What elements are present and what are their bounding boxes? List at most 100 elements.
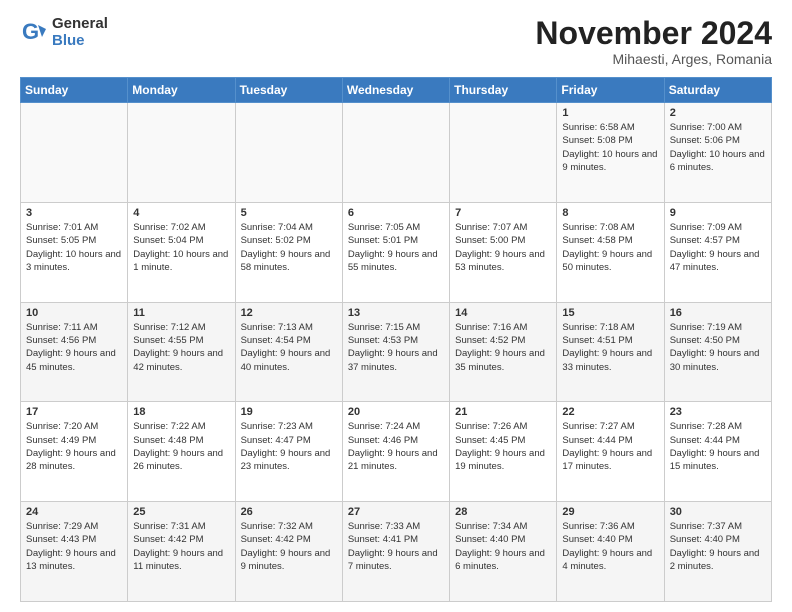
day-number: 24 xyxy=(26,506,122,518)
day-info: Sunrise: 7:23 AMSunset: 4:47 PMDaylight:… xyxy=(241,420,337,473)
day-number: 18 xyxy=(133,406,229,418)
day-info: Sunrise: 7:05 AMSunset: 5:01 PMDaylight:… xyxy=(348,221,444,274)
calendar-day-19: 19 Sunrise: 7:23 AMSunset: 4:47 PMDayligh… xyxy=(235,402,342,502)
calendar-header-sunday: Sunday xyxy=(21,78,128,103)
calendar-header-friday: Friday xyxy=(557,78,664,103)
day-info: Sunrise: 7:08 AMSunset: 4:58 PMDaylight:… xyxy=(562,221,658,274)
day-number: 22 xyxy=(562,406,658,418)
calendar-day-17: 17 Sunrise: 7:20 AMSunset: 4:49 PMDayligh… xyxy=(21,402,128,502)
calendar-day-18: 18 Sunrise: 7:22 AMSunset: 4:48 PMDayligh… xyxy=(128,402,235,502)
calendar-day-20: 20 Sunrise: 7:24 AMSunset: 4:46 PMDayligh… xyxy=(342,402,449,502)
title-block: November 2024 Mihaesti, Arges, Romania xyxy=(535,16,772,67)
calendar-day-25: 25Sunrise: 7:31 AMSunset: 4:42 PMDayligh… xyxy=(128,502,235,602)
day-number: 17 xyxy=(26,406,122,418)
header: G General Blue November 2024 Mihaesti, A… xyxy=(20,16,772,67)
calendar-day-15: 15 Sunrise: 7:18 AMSunset: 4:51 PMDayligh… xyxy=(557,302,664,402)
logo-line2: Blue xyxy=(52,33,108,50)
day-number: 5 xyxy=(241,207,337,219)
day-number: 30 xyxy=(670,506,766,518)
calendar-day-9: 9 Sunrise: 7:09 AMSunset: 4:57 PMDaylight… xyxy=(664,202,771,302)
day-info: Sunrise: 7:37 AMSunset: 4:40 PMDaylight:… xyxy=(670,520,766,573)
calendar-week-row: 17 Sunrise: 7:20 AMSunset: 4:49 PMDayligh… xyxy=(21,402,772,502)
calendar-week-row: 3Sunrise: 7:01 AMSunset: 5:05 PMDaylight… xyxy=(21,202,772,302)
day-number: 3 xyxy=(26,207,122,219)
calendar-day-21: 21Sunrise: 7:26 AMSunset: 4:45 PMDayligh… xyxy=(450,402,557,502)
day-info: Sunrise: 7:18 AMSunset: 4:51 PMDaylight:… xyxy=(562,321,658,374)
day-info: Sunrise: 7:12 AMSunset: 4:55 PMDaylight:… xyxy=(133,321,229,374)
day-number: 14 xyxy=(455,307,551,319)
logo-line1: General xyxy=(52,16,108,33)
day-info: Sunrise: 7:22 AMSunset: 4:48 PMDaylight:… xyxy=(133,420,229,473)
calendar-day-14: 14Sunrise: 7:16 AMSunset: 4:52 PMDayligh… xyxy=(450,302,557,402)
calendar-week-row: 24 Sunrise: 7:29 AMSunset: 4:43 PMDayligh… xyxy=(21,502,772,602)
location-subtitle: Mihaesti, Arges, Romania xyxy=(535,51,772,67)
calendar-day-23: 23Sunrise: 7:28 AMSunset: 4:44 PMDayligh… xyxy=(664,402,771,502)
calendar-day-12: 12Sunrise: 7:13 AMSunset: 4:54 PMDayligh… xyxy=(235,302,342,402)
calendar-day-8: 8 Sunrise: 7:08 AMSunset: 4:58 PMDaylight… xyxy=(557,202,664,302)
day-info: Sunrise: 7:29 AMSunset: 4:43 PMDaylight:… xyxy=(26,520,122,573)
day-info: Sunrise: 7:36 AMSunset: 4:40 PMDaylight:… xyxy=(562,520,658,573)
calendar-table: SundayMondayTuesdayWednesdayThursdayFrid… xyxy=(20,77,772,602)
calendar-header-monday: Monday xyxy=(128,78,235,103)
logo-text: General Blue xyxy=(52,16,108,49)
calendar-day-3: 3Sunrise: 7:01 AMSunset: 5:05 PMDaylight… xyxy=(21,202,128,302)
calendar-empty-cell xyxy=(342,103,449,203)
day-number: 7 xyxy=(455,207,551,219)
logo-icon: G xyxy=(20,19,48,47)
day-info: Sunrise: 7:11 AMSunset: 4:56 PMDaylight:… xyxy=(26,321,122,374)
day-number: 8 xyxy=(562,207,658,219)
calendar-day-16: 16 Sunrise: 7:19 AMSunset: 4:50 PMDayligh… xyxy=(664,302,771,402)
day-number: 29 xyxy=(562,506,658,518)
calendar-empty-cell xyxy=(21,103,128,203)
calendar-header-tuesday: Tuesday xyxy=(235,78,342,103)
calendar-day-4: 4 Sunrise: 7:02 AMSunset: 5:04 PMDaylight… xyxy=(128,202,235,302)
month-title: November 2024 xyxy=(535,16,772,51)
day-number: 13 xyxy=(348,307,444,319)
day-info: Sunrise: 7:02 AMSunset: 5:04 PMDaylight:… xyxy=(133,221,229,274)
calendar-week-row: 10Sunrise: 7:11 AMSunset: 4:56 PMDayligh… xyxy=(21,302,772,402)
calendar-day-29: 29 Sunrise: 7:36 AMSunset: 4:40 PMDayligh… xyxy=(557,502,664,602)
day-number: 20 xyxy=(348,406,444,418)
calendar-day-24: 24 Sunrise: 7:29 AMSunset: 4:43 PMDayligh… xyxy=(21,502,128,602)
day-info: Sunrise: 7:15 AMSunset: 4:53 PMDaylight:… xyxy=(348,321,444,374)
calendar-day-28: 28 Sunrise: 7:34 AMSunset: 4:40 PMDayligh… xyxy=(450,502,557,602)
day-number: 26 xyxy=(241,506,337,518)
logo: G General Blue xyxy=(20,16,108,49)
calendar-day-26: 26 Sunrise: 7:32 AMSunset: 4:42 PMDayligh… xyxy=(235,502,342,602)
calendar-empty-cell xyxy=(450,103,557,203)
calendar-header-thursday: Thursday xyxy=(450,78,557,103)
day-info: Sunrise: 7:09 AMSunset: 4:57 PMDaylight:… xyxy=(670,221,766,274)
calendar-day-13: 13 Sunrise: 7:15 AMSunset: 4:53 PMDayligh… xyxy=(342,302,449,402)
day-info: Sunrise: 7:20 AMSunset: 4:49 PMDaylight:… xyxy=(26,420,122,473)
calendar-day-1: 1Sunrise: 6:58 AMSunset: 5:08 PMDaylight… xyxy=(557,103,664,203)
calendar-day-27: 27Sunrise: 7:33 AMSunset: 4:41 PMDayligh… xyxy=(342,502,449,602)
day-number: 6 xyxy=(348,207,444,219)
day-info: Sunrise: 7:24 AMSunset: 4:46 PMDaylight:… xyxy=(348,420,444,473)
calendar-day-22: 22 Sunrise: 7:27 AMSunset: 4:44 PMDayligh… xyxy=(557,402,664,502)
day-info: Sunrise: 7:00 AMSunset: 5:06 PMDaylight:… xyxy=(670,121,766,174)
day-number: 4 xyxy=(133,207,229,219)
day-info: Sunrise: 7:13 AMSunset: 4:54 PMDaylight:… xyxy=(241,321,337,374)
day-info: Sunrise: 7:32 AMSunset: 4:42 PMDaylight:… xyxy=(241,520,337,573)
day-number: 28 xyxy=(455,506,551,518)
day-number: 25 xyxy=(133,506,229,518)
day-number: 15 xyxy=(562,307,658,319)
day-number: 1 xyxy=(562,107,658,119)
calendar-day-5: 5 Sunrise: 7:04 AMSunset: 5:02 PMDaylight… xyxy=(235,202,342,302)
day-info: Sunrise: 7:27 AMSunset: 4:44 PMDaylight:… xyxy=(562,420,658,473)
calendar-header-wednesday: Wednesday xyxy=(342,78,449,103)
day-info: Sunrise: 7:04 AMSunset: 5:02 PMDaylight:… xyxy=(241,221,337,274)
day-number: 2 xyxy=(670,107,766,119)
calendar-week-row: 1Sunrise: 6:58 AMSunset: 5:08 PMDaylight… xyxy=(21,103,772,203)
day-number: 9 xyxy=(670,207,766,219)
day-info: Sunrise: 7:34 AMSunset: 4:40 PMDaylight:… xyxy=(455,520,551,573)
calendar-day-30: 30 Sunrise: 7:37 AMSunset: 4:40 PMDayligh… xyxy=(664,502,771,602)
calendar-day-7: 7Sunrise: 7:07 AMSunset: 5:00 PMDaylight… xyxy=(450,202,557,302)
day-info: Sunrise: 7:19 AMSunset: 4:50 PMDaylight:… xyxy=(670,321,766,374)
day-number: 21 xyxy=(455,406,551,418)
calendar-empty-cell xyxy=(235,103,342,203)
svg-text:G: G xyxy=(22,19,39,44)
day-number: 16 xyxy=(670,307,766,319)
day-number: 19 xyxy=(241,406,337,418)
calendar-day-2: 2 Sunrise: 7:00 AMSunset: 5:06 PMDaylight… xyxy=(664,103,771,203)
